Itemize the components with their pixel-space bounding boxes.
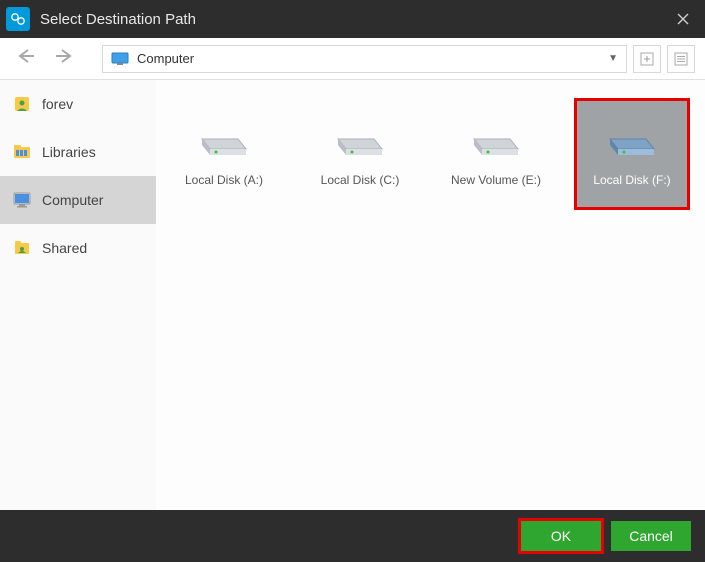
app-icon <box>6 7 30 31</box>
drive-label: Local Disk (F:) <box>593 173 670 187</box>
drive-icon <box>328 111 392 163</box>
sidebar-item-forev[interactable]: forev <box>0 80 156 128</box>
path-label: Computer <box>137 51 608 66</box>
view-list-button[interactable] <box>667 45 695 73</box>
close-icon <box>677 13 689 25</box>
sidebar-item-libraries[interactable]: Libraries <box>0 128 156 176</box>
user-icon <box>12 94 32 114</box>
select-destination-dialog: Select Destination Path Computer ▼ <box>0 0 705 562</box>
titlebar: Select Destination Path <box>0 0 705 38</box>
arrow-right-icon <box>54 48 74 64</box>
sidebar-item-label: Libraries <box>42 144 96 160</box>
sidebar-item-label: Computer <box>42 192 103 208</box>
plus-icon <box>640 52 654 66</box>
nav-back-button[interactable] <box>10 44 42 73</box>
drive-item-a[interactable]: Local Disk (A:) <box>166 98 282 210</box>
sidebar-item-label: Shared <box>42 240 87 256</box>
sidebar-item-shared[interactable]: Shared <box>0 224 156 272</box>
sidebar: forev Libraries Computer Shared <box>0 80 156 510</box>
nav-forward-button[interactable] <box>48 44 80 73</box>
chevron-down-icon: ▼ <box>608 53 618 64</box>
drive-icon <box>464 111 528 163</box>
dialog-body: forev Libraries Computer Shared <box>0 80 705 510</box>
shared-icon <box>12 238 32 258</box>
libraries-icon <box>12 142 32 162</box>
computer-icon <box>12 190 32 210</box>
drive-label: New Volume (E:) <box>451 173 541 187</box>
drive-content: Local Disk (A:) Local Disk (C:) New Volu… <box>156 80 705 510</box>
list-icon <box>674 52 688 66</box>
toolbar: Computer ▼ <box>0 38 705 80</box>
ok-button[interactable]: OK <box>521 521 601 551</box>
dialog-title: Select Destination Path <box>40 11 661 28</box>
sidebar-item-label: forev <box>42 96 73 112</box>
path-selector[interactable]: Computer ▼ <box>102 45 627 73</box>
drive-item-f[interactable]: Local Disk (F:) <box>574 98 690 210</box>
new-folder-button[interactable] <box>633 45 661 73</box>
drive-item-c[interactable]: Local Disk (C:) <box>302 98 418 210</box>
dialog-footer: OK Cancel <box>0 510 705 562</box>
drive-item-e[interactable]: New Volume (E:) <box>438 98 554 210</box>
cancel-button[interactable]: Cancel <box>611 521 691 551</box>
close-button[interactable] <box>661 0 705 38</box>
drive-icon <box>600 111 664 163</box>
drive-icon <box>192 111 256 163</box>
drive-label: Local Disk (C:) <box>321 173 400 187</box>
computer-icon <box>111 52 129 66</box>
drive-label: Local Disk (A:) <box>185 173 263 187</box>
sidebar-item-computer[interactable]: Computer <box>0 176 156 224</box>
arrow-left-icon <box>16 48 36 64</box>
